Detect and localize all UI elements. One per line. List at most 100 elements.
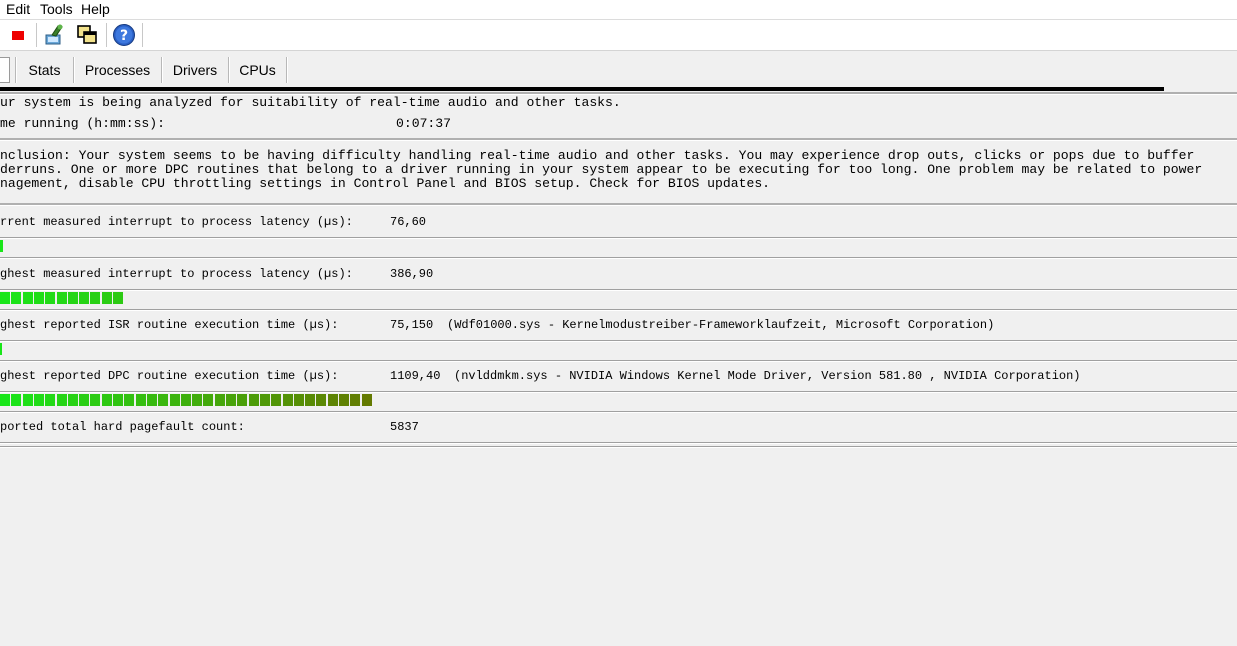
divider — [0, 257, 1237, 259]
bar-segment — [79, 394, 90, 406]
bar-segment — [0, 292, 10, 304]
bar-segment — [248, 394, 259, 406]
divider — [0, 360, 1237, 362]
bar-segment — [101, 394, 112, 406]
tab-processes[interactable]: Processes — [74, 57, 161, 83]
menu-help[interactable]: Help — [81, 0, 110, 18]
bar-segment — [237, 394, 248, 406]
bar-segment — [0, 394, 10, 406]
bar-segment — [180, 394, 191, 406]
bar-segment — [158, 394, 169, 406]
metric-label: ported total hard pagefault count: — [0, 420, 245, 434]
tab-underline — [0, 87, 1164, 91]
bar-segment — [79, 292, 90, 304]
menu-tools[interactable]: Tools — [40, 0, 73, 18]
latency-bar — [0, 291, 1237, 305]
bar-segment — [0, 240, 3, 252]
bar-segment — [67, 292, 78, 304]
metric-label: ghest measured interrupt to process late… — [0, 267, 353, 281]
bar-segment — [67, 394, 78, 406]
bar-segment — [33, 292, 44, 304]
bar-segment — [214, 394, 225, 406]
bar-segment — [90, 292, 101, 304]
time-running-label: me running (h:mm:ss): — [0, 116, 166, 131]
divider — [0, 309, 1237, 311]
windows-icon — [77, 25, 97, 44]
bar-segment — [135, 394, 146, 406]
metric-detail: (Wdf01000.sys - Kernelmodustreiber-Frame… — [447, 318, 995, 332]
svg-text:?: ? — [120, 28, 128, 44]
bar-segment — [22, 394, 33, 406]
divider — [0, 442, 1237, 444]
analyze-button[interactable] — [42, 22, 68, 48]
help-button[interactable]: ? — [111, 22, 137, 48]
latency-bar — [0, 239, 1237, 253]
metric-value: 75,150 — [390, 318, 434, 332]
bar-segment — [203, 394, 214, 406]
bar-segment — [339, 394, 349, 406]
bar-segment — [226, 394, 236, 406]
dpc-bar — [0, 393, 1237, 407]
toolbar-separator — [106, 23, 108, 47]
tab-stats[interactable]: Stats — [16, 57, 73, 83]
bar-segment — [90, 394, 101, 406]
help-icon: ? — [113, 24, 135, 46]
bar-segment — [22, 292, 33, 304]
bar-segment — [33, 394, 44, 406]
toolbar-separator — [142, 23, 144, 47]
status-line: ur system is being analyzed for suitabil… — [0, 95, 621, 110]
divider — [0, 411, 1237, 413]
conclusion-line-2: derruns. One or more DPC routines that b… — [0, 162, 1203, 177]
metric-value: 386,90 — [390, 267, 434, 281]
time-running-value: 0:07:37 — [396, 116, 452, 131]
bar-segment — [11, 394, 22, 406]
bar-segment — [327, 394, 338, 406]
bar-segment — [192, 394, 203, 406]
metric-label: ghest reported ISR routine execution tim… — [0, 318, 339, 332]
conclusion-line-3: nagement, disable CPU throttling setting… — [0, 176, 771, 191]
bar-segment — [169, 394, 180, 406]
menu-edit[interactable]: Edit — [6, 0, 30, 18]
bar-segment — [361, 394, 372, 406]
tab-divider — [286, 57, 288, 83]
stop-icon — [12, 30, 24, 40]
bar-segment — [113, 292, 123, 304]
metric-label: ghest reported DPC routine execution tim… — [0, 369, 339, 383]
bar-segment — [0, 343, 2, 355]
bar-segment — [56, 394, 67, 406]
bar-segment — [56, 292, 67, 304]
tab-cpus[interactable]: CPUs — [229, 57, 286, 83]
tab-bar: Stats Processes Drivers CPUs — [0, 51, 1237, 87]
bar-segment — [45, 292, 56, 304]
tab-drivers[interactable]: Drivers — [162, 57, 228, 83]
tab-scroll-box[interactable] — [0, 57, 10, 83]
isr-bar — [0, 342, 1237, 356]
bar-segment — [271, 394, 282, 406]
toolbar-separator — [36, 23, 38, 47]
metric-detail: (nvlddmkm.sys - NVIDIA Windows Kernel Mo… — [454, 369, 1081, 383]
bar-segment — [282, 394, 293, 406]
bar-segment — [305, 394, 316, 406]
bar-segment — [124, 394, 135, 406]
metric-value: 5837 — [390, 420, 419, 434]
divider — [0, 138, 1237, 141]
stop-button[interactable] — [5, 22, 31, 48]
bar-segment — [11, 292, 22, 304]
metric-label: rrent measured interrupt to process late… — [0, 215, 353, 229]
bar-segment — [293, 394, 304, 406]
bar-segment — [146, 394, 157, 406]
bar-segment — [45, 394, 56, 406]
metric-value: 76,60 — [390, 215, 427, 229]
divider — [0, 446, 1237, 448]
metric-value: 1109,40 — [390, 369, 441, 383]
menu-bar: Edit Tools Help — [0, 0, 1237, 20]
bar-segment — [113, 394, 123, 406]
windows-button[interactable] — [74, 22, 100, 48]
bar-segment — [259, 394, 270, 406]
bar-segment — [101, 292, 112, 304]
divider — [0, 203, 1237, 206]
bar-segment — [350, 394, 361, 406]
toolbar: ? — [0, 20, 1237, 51]
bar-segment — [316, 394, 327, 406]
conclusion-line-1: nclusion: Your system seems to be having… — [0, 148, 1195, 163]
